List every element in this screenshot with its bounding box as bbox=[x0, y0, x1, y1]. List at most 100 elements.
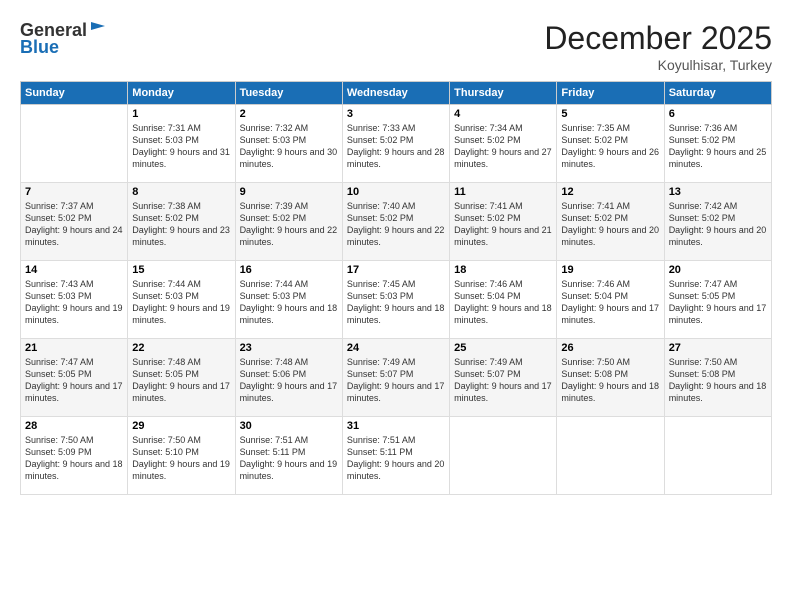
day-info: Sunrise: 7:42 AMSunset: 5:02 PMDaylight:… bbox=[669, 200, 767, 249]
day-number: 14 bbox=[25, 264, 123, 276]
day-number: 19 bbox=[561, 264, 659, 276]
table-row: 30Sunrise: 7:51 AMSunset: 5:11 PMDayligh… bbox=[235, 417, 342, 495]
day-number: 23 bbox=[240, 342, 338, 354]
col-thursday: Thursday bbox=[450, 82, 557, 105]
day-info: Sunrise: 7:32 AMSunset: 5:03 PMDaylight:… bbox=[240, 122, 338, 171]
day-info: Sunrise: 7:34 AMSunset: 5:02 PMDaylight:… bbox=[454, 122, 552, 171]
table-row: 24 Sunrise: 7:49 AMSunset: 5:07 PMDayligh… bbox=[342, 339, 449, 417]
day-info: Sunrise: 7:37 AMSunset: 5:02 PMDaylight:… bbox=[25, 200, 123, 249]
day-number: 27 bbox=[669, 342, 767, 354]
day-info: Sunrise: 7:50 AMSunset: 5:09 PMDaylight:… bbox=[25, 434, 123, 483]
month-title: December 2025 bbox=[544, 20, 772, 57]
day-info: Sunrise: 7:48 AMSunset: 5:05 PMDaylight:… bbox=[132, 356, 230, 405]
day-info: Sunrise: 7:41 AMSunset: 5:02 PMDaylight:… bbox=[561, 200, 659, 249]
table-row: 12 Sunrise: 7:41 AMSunset: 5:02 PMDayligh… bbox=[557, 183, 664, 261]
table-row bbox=[664, 417, 771, 495]
table-row: 22 Sunrise: 7:48 AMSunset: 5:05 PMDayligh… bbox=[128, 339, 235, 417]
day-number: 5 bbox=[561, 108, 659, 120]
day-number: 21 bbox=[25, 342, 123, 354]
day-info: Sunrise: 7:33 AMSunset: 5:02 PMDaylight:… bbox=[347, 122, 445, 171]
calendar-week-row: 1Sunrise: 7:31 AMSunset: 5:03 PMDaylight… bbox=[21, 105, 772, 183]
calendar-header-row: Sunday Monday Tuesday Wednesday Thursday… bbox=[21, 82, 772, 105]
table-row: 1Sunrise: 7:31 AMSunset: 5:03 PMDaylight… bbox=[128, 105, 235, 183]
day-info: Sunrise: 7:46 AMSunset: 5:04 PMDaylight:… bbox=[561, 278, 659, 327]
table-row: 27 Sunrise: 7:50 AMSunset: 5:08 PMDayligh… bbox=[664, 339, 771, 417]
day-info: Sunrise: 7:43 AMSunset: 5:03 PMDaylight:… bbox=[25, 278, 123, 327]
day-number: 3 bbox=[347, 108, 445, 120]
day-number: 9 bbox=[240, 186, 338, 198]
day-number: 28 bbox=[25, 420, 123, 432]
title-block: December 2025 Koyulhisar, Turkey bbox=[544, 20, 772, 73]
col-sunday: Sunday bbox=[21, 82, 128, 105]
day-info: Sunrise: 7:41 AMSunset: 5:02 PMDaylight:… bbox=[454, 200, 552, 249]
table-row bbox=[21, 105, 128, 183]
day-info: Sunrise: 7:39 AMSunset: 5:02 PMDaylight:… bbox=[240, 200, 338, 249]
calendar-week-row: 21 Sunrise: 7:47 AMSunset: 5:05 PMDayligh… bbox=[21, 339, 772, 417]
table-row: 18 Sunrise: 7:46 AMSunset: 5:04 PMDayligh… bbox=[450, 261, 557, 339]
day-number: 18 bbox=[454, 264, 552, 276]
table-row: 28 Sunrise: 7:50 AMSunset: 5:09 PMDayligh… bbox=[21, 417, 128, 495]
table-row: 3 Sunrise: 7:33 AMSunset: 5:02 PMDaylight… bbox=[342, 105, 449, 183]
day-info: Sunrise: 7:49 AMSunset: 5:07 PMDaylight:… bbox=[454, 356, 552, 405]
day-number: 26 bbox=[561, 342, 659, 354]
day-info: Sunrise: 7:35 AMSunset: 5:02 PMDaylight:… bbox=[561, 122, 659, 171]
table-row: 10Sunrise: 7:40 AMSunset: 5:02 PMDayligh… bbox=[342, 183, 449, 261]
day-number: 13 bbox=[669, 186, 767, 198]
day-info: Sunrise: 7:44 AMSunset: 5:03 PMDaylight:… bbox=[240, 278, 338, 327]
table-row: 2 Sunrise: 7:32 AMSunset: 5:03 PMDaylight… bbox=[235, 105, 342, 183]
table-row: 11Sunrise: 7:41 AMSunset: 5:02 PMDayligh… bbox=[450, 183, 557, 261]
table-row: 19 Sunrise: 7:46 AMSunset: 5:04 PMDayligh… bbox=[557, 261, 664, 339]
table-row: 31Sunrise: 7:51 AMSunset: 5:11 PMDayligh… bbox=[342, 417, 449, 495]
table-row: 14 Sunrise: 7:43 AMSunset: 5:03 PMDayligh… bbox=[21, 261, 128, 339]
day-number: 6 bbox=[669, 108, 767, 120]
day-info: Sunrise: 7:38 AMSunset: 5:02 PMDaylight:… bbox=[132, 200, 230, 249]
table-row: 4 Sunrise: 7:34 AMSunset: 5:02 PMDaylight… bbox=[450, 105, 557, 183]
table-row: 29Sunrise: 7:50 AMSunset: 5:10 PMDayligh… bbox=[128, 417, 235, 495]
header: General Blue December 2025 Koyulhisar, T… bbox=[20, 20, 772, 73]
day-number: 2 bbox=[240, 108, 338, 120]
table-row bbox=[557, 417, 664, 495]
calendar-week-row: 7 Sunrise: 7:37 AMSunset: 5:02 PMDaylight… bbox=[21, 183, 772, 261]
day-number: 29 bbox=[132, 420, 230, 432]
day-info: Sunrise: 7:36 AMSunset: 5:02 PMDaylight:… bbox=[669, 122, 767, 171]
table-row bbox=[450, 417, 557, 495]
logo: General Blue bbox=[20, 20, 107, 58]
table-row: 26 Sunrise: 7:50 AMSunset: 5:08 PMDayligh… bbox=[557, 339, 664, 417]
day-info: Sunrise: 7:50 AMSunset: 5:08 PMDaylight:… bbox=[669, 356, 767, 405]
day-info: Sunrise: 7:47 AMSunset: 5:05 PMDaylight:… bbox=[669, 278, 767, 327]
day-number: 16 bbox=[240, 264, 338, 276]
day-number: 15 bbox=[132, 264, 230, 276]
table-row: 5 Sunrise: 7:35 AMSunset: 5:02 PMDaylight… bbox=[557, 105, 664, 183]
day-number: 17 bbox=[347, 264, 445, 276]
day-info: Sunrise: 7:50 AMSunset: 5:08 PMDaylight:… bbox=[561, 356, 659, 405]
table-row: 15 Sunrise: 7:44 AMSunset: 5:03 PMDayligh… bbox=[128, 261, 235, 339]
day-info: Sunrise: 7:49 AMSunset: 5:07 PMDaylight:… bbox=[347, 356, 445, 405]
day-info: Sunrise: 7:47 AMSunset: 5:05 PMDaylight:… bbox=[25, 356, 123, 405]
day-number: 24 bbox=[347, 342, 445, 354]
day-number: 31 bbox=[347, 420, 445, 432]
day-info: Sunrise: 7:44 AMSunset: 5:03 PMDaylight:… bbox=[132, 278, 230, 327]
day-info: Sunrise: 7:48 AMSunset: 5:06 PMDaylight:… bbox=[240, 356, 338, 405]
table-row: 7 Sunrise: 7:37 AMSunset: 5:02 PMDaylight… bbox=[21, 183, 128, 261]
day-number: 22 bbox=[132, 342, 230, 354]
table-row: 6 Sunrise: 7:36 AMSunset: 5:02 PMDaylight… bbox=[664, 105, 771, 183]
day-number: 7 bbox=[25, 186, 123, 198]
col-monday: Monday bbox=[128, 82, 235, 105]
col-friday: Friday bbox=[557, 82, 664, 105]
col-saturday: Saturday bbox=[664, 82, 771, 105]
day-info: Sunrise: 7:46 AMSunset: 5:04 PMDaylight:… bbox=[454, 278, 552, 327]
table-row: 8Sunrise: 7:38 AMSunset: 5:02 PMDaylight… bbox=[128, 183, 235, 261]
day-number: 30 bbox=[240, 420, 338, 432]
day-number: 25 bbox=[454, 342, 552, 354]
location: Koyulhisar, Turkey bbox=[544, 57, 772, 73]
table-row: 21 Sunrise: 7:47 AMSunset: 5:05 PMDayligh… bbox=[21, 339, 128, 417]
day-number: 4 bbox=[454, 108, 552, 120]
table-row: 17Sunrise: 7:45 AMSunset: 5:03 PMDayligh… bbox=[342, 261, 449, 339]
day-number: 1 bbox=[132, 108, 230, 120]
table-row: 20Sunrise: 7:47 AMSunset: 5:05 PMDayligh… bbox=[664, 261, 771, 339]
table-row: 13 Sunrise: 7:42 AMSunset: 5:02 PMDayligh… bbox=[664, 183, 771, 261]
calendar-week-row: 14 Sunrise: 7:43 AMSunset: 5:03 PMDayligh… bbox=[21, 261, 772, 339]
day-number: 12 bbox=[561, 186, 659, 198]
calendar: Sunday Monday Tuesday Wednesday Thursday… bbox=[20, 81, 772, 495]
day-number: 10 bbox=[347, 186, 445, 198]
